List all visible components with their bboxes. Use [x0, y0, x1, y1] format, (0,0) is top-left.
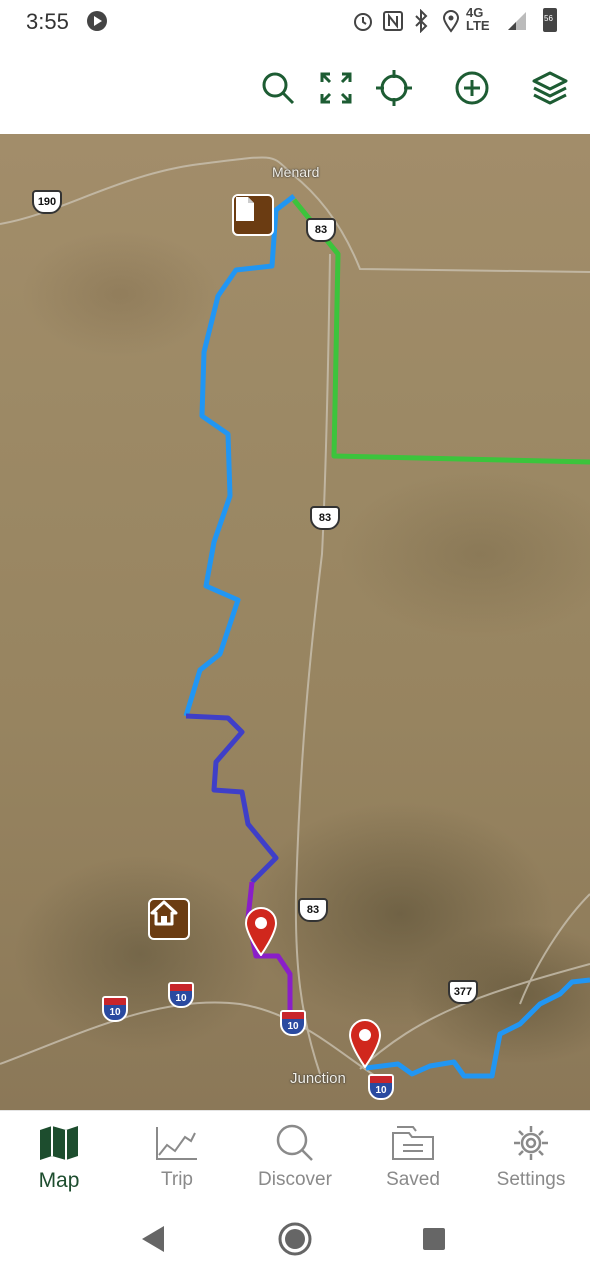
gear-icon	[514, 1126, 548, 1160]
location-pin-marker[interactable]	[244, 906, 278, 956]
add-icon	[455, 71, 489, 105]
battery-icon: 56	[543, 8, 557, 32]
tab-saved-label: Saved	[386, 1169, 440, 1190]
document-icon	[236, 197, 254, 221]
town-label-junction: Junction	[290, 1070, 346, 1087]
route-green[interactable]	[292, 198, 590, 465]
route-blue-north[interactable]	[183, 194, 296, 717]
tab-map[interactable]: Map	[4, 1123, 114, 1201]
play-store-icon	[87, 11, 107, 31]
map-icon	[40, 1126, 78, 1160]
us-highway-shield: 83	[306, 218, 336, 242]
search-button[interactable]	[258, 68, 298, 108]
us-highway-shield: 190	[32, 190, 62, 214]
bluetooth-icon	[415, 9, 428, 33]
locate-button[interactable]	[374, 68, 414, 108]
layers-button[interactable]	[530, 68, 570, 108]
search-icon	[276, 1124, 313, 1161]
us-highway-shield: 377	[448, 980, 478, 1004]
tab-trip-label: Trip	[160, 1169, 194, 1190]
tab-settings[interactable]: Settings	[476, 1123, 586, 1201]
map-view[interactable]: Menard Junction 190 83 83 83 377 10 10 1…	[0, 134, 590, 1110]
recents-icon[interactable]	[422, 1227, 446, 1251]
interstate-shield: 10	[168, 982, 194, 1008]
nfc-icon	[383, 11, 403, 31]
battery-level: 56	[544, 14, 553, 23]
tab-saved[interactable]: Saved	[358, 1123, 468, 1201]
house-icon	[150, 900, 178, 926]
interstate-shield: 10	[280, 1010, 306, 1036]
layers-icon	[532, 71, 568, 105]
route-indigo[interactable]	[185, 713, 279, 884]
location-icon	[442, 10, 460, 33]
fullscreen-icon	[320, 72, 352, 104]
search-icon	[262, 72, 295, 105]
status-bar: 3:55 4G LTE 56	[0, 0, 590, 44]
us-highway-shield: 83	[298, 898, 328, 922]
alarm-icon	[354, 13, 372, 31]
interstate-shield: 10	[368, 1074, 394, 1100]
document-poi-marker[interactable]	[232, 194, 274, 236]
tab-discover-label: Discover	[258, 1169, 332, 1190]
status-time: 3:55	[26, 9, 69, 34]
signal-icon	[508, 12, 526, 30]
lodging-poi-marker[interactable]	[148, 898, 190, 940]
town-label-menard: Menard	[272, 164, 320, 180]
tab-settings-label: Settings	[496, 1169, 566, 1190]
tab-map-label: Map	[38, 1169, 80, 1192]
tab-discover[interactable]: Discover	[240, 1123, 350, 1201]
tab-trip[interactable]: Trip	[122, 1123, 232, 1201]
fullscreen-button[interactable]	[316, 68, 356, 108]
network-indicator: 4G LTE	[466, 5, 490, 33]
interstate-shield: 10	[102, 996, 128, 1022]
us-highway-shield: 83	[310, 506, 340, 530]
route-blue-east[interactable]	[365, 977, 590, 1079]
home-icon[interactable]	[277, 1221, 313, 1257]
chart-icon	[156, 1127, 197, 1160]
back-icon[interactable]	[140, 1224, 166, 1254]
map-toolbar	[0, 44, 590, 134]
locate-icon	[376, 70, 412, 106]
folder-icon	[392, 1126, 434, 1160]
map-overlay	[0, 156, 590, 1080]
system-nav-bar	[0, 1200, 590, 1278]
location-pin-marker[interactable]	[348, 1018, 382, 1068]
add-button[interactable]	[452, 68, 492, 108]
bottom-tab-bar: Map Trip Discover Saved Settings	[0, 1110, 590, 1201]
roads	[0, 156, 590, 1080]
